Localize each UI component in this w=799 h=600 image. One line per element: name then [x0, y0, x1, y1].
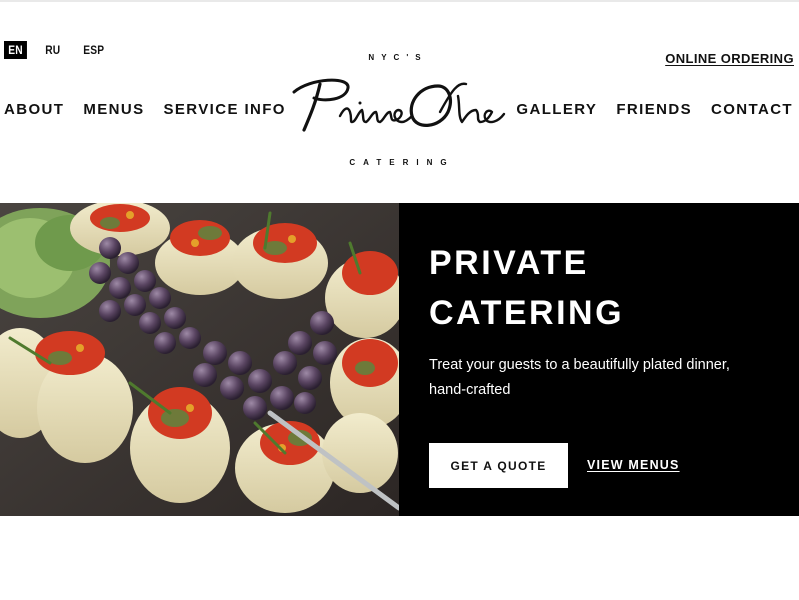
hero-description: Treat your guests to a beautifully plate…	[429, 357, 730, 398]
nav-item-service-info[interactable]: SERVICE INFO	[164, 101, 286, 118]
logo-kicker: NYC'S	[368, 53, 428, 62]
top-divider	[0, 0, 799, 2]
hero-image	[0, 203, 399, 516]
nav-item-friends[interactable]: FRIENDS	[616, 101, 692, 118]
nav-item-contact[interactable]: CONTACT	[711, 101, 793, 118]
lang-ru[interactable]: RU	[41, 41, 65, 59]
hero-title: PRIVATE CATERING	[429, 238, 624, 338]
online-ordering-link[interactable]: ONLINE ORDERING	[665, 51, 794, 66]
nav-item-menus[interactable]: MENUS	[83, 101, 144, 118]
get-a-quote-button[interactable]: GET A QUOTE	[429, 443, 568, 488]
site-logo[interactable]: NYC'S CATERING	[290, 48, 506, 172]
hero-panel: PRIVATE CATERING Treat your guests to a …	[399, 203, 799, 516]
nav-item-about[interactable]: ABOUT	[4, 101, 64, 118]
nav-left: ABOUT MENUS SERVICE INFO	[4, 101, 305, 118]
nav-item-gallery[interactable]: GALLERY	[516, 101, 597, 118]
lang-esp[interactable]: ESP	[79, 41, 108, 59]
logo-wordmark-icon	[292, 78, 506, 132]
hero-title-line-1: PRIVATE	[429, 244, 589, 282]
catering-food-photo-icon	[0, 203, 399, 516]
language-switcher: EN RU ESP	[4, 41, 123, 59]
nav-right: GALLERY FRIENDS CONTACT	[497, 101, 793, 118]
hero-title-line-2: CATERING	[429, 294, 625, 332]
view-menus-link[interactable]: VIEW MENUS	[587, 458, 680, 472]
logo-subtitle: CATERING	[349, 158, 455, 167]
lang-en[interactable]: EN	[4, 41, 28, 59]
